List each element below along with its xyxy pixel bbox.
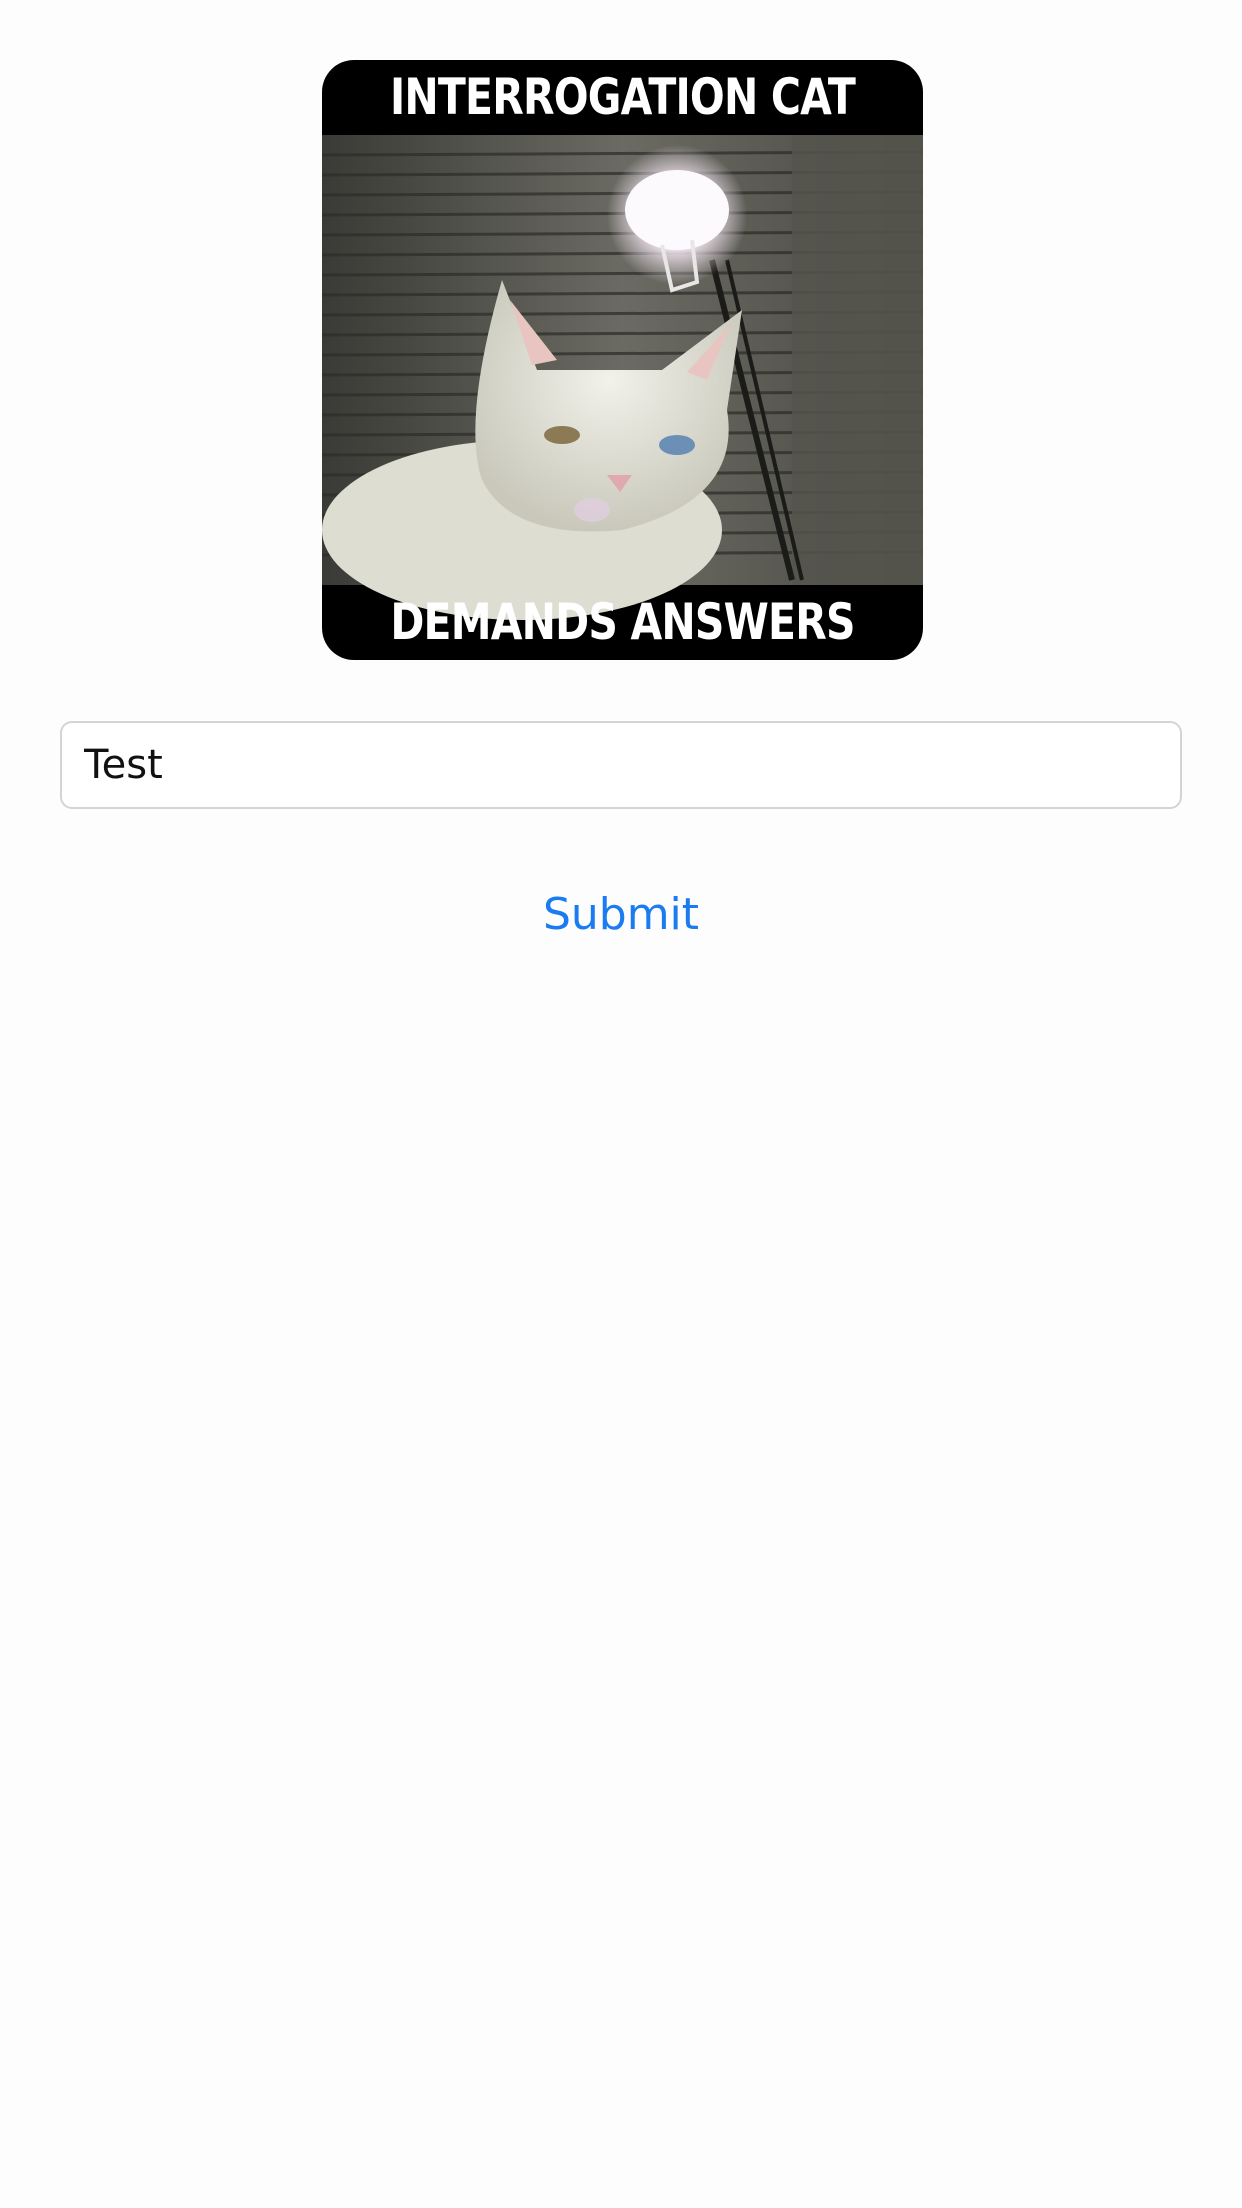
text-field[interactable] — [60, 721, 1182, 809]
meme-bottom-caption: DEMANDS ANSWERS — [390, 593, 855, 651]
text-input[interactable] — [84, 742, 1158, 788]
meme-top-caption: INTERROGATION CAT — [389, 68, 856, 126]
cat-photo — [322, 135, 923, 620]
submit-button[interactable]: Submit — [471, 880, 771, 950]
meme-image: INTERROGATION CAT DEMANDS ANSWERS — [322, 60, 923, 660]
screen: INTERROGATION CAT DEMANDS ANSWERS Submit — [0, 0, 1242, 2208]
